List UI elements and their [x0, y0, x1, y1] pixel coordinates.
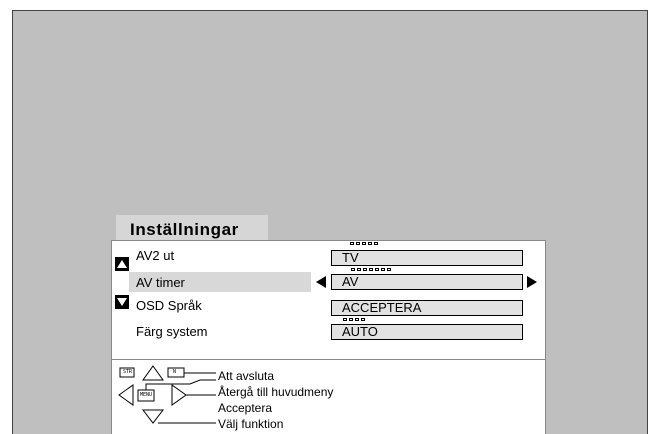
- legend-select-function: Välj funktion: [218, 417, 284, 431]
- row-label-av-timer[interactable]: AV timer: [136, 275, 185, 290]
- scroll-down-icon[interactable]: [115, 295, 129, 309]
- dot-indicator: [351, 268, 391, 272]
- legend-back-to-main: Återgå till huvudmeny: [218, 385, 334, 399]
- value-color-system[interactable]: AUTO: [331, 324, 523, 340]
- scroll-up-icon[interactable]: [115, 257, 129, 271]
- row-label-av2-out[interactable]: AV2 ut: [136, 248, 174, 263]
- value-av-timer[interactable]: AV: [331, 274, 523, 290]
- menu-key-label: MENU: [140, 392, 153, 398]
- right-arrow-icon[interactable]: [526, 276, 538, 288]
- remote-keys-diagram: [118, 365, 216, 424]
- legend-exit: Att avsluta: [218, 369, 275, 383]
- row-label-color-system[interactable]: Färg system: [136, 324, 208, 339]
- menu-title: Inställningar: [130, 220, 239, 239]
- dot-indicator: [343, 318, 365, 322]
- dot-indicator: [350, 242, 378, 246]
- legend-accept: Acceptera: [218, 401, 273, 415]
- str-key-label: STR: [123, 369, 133, 375]
- row-label-osd-language[interactable]: OSD Språk: [136, 298, 202, 313]
- n-key-label: N: [173, 369, 177, 375]
- left-arrow-icon[interactable]: [315, 276, 327, 288]
- menu-title-tab: Inställningar: [116, 215, 268, 240]
- value-av2-out[interactable]: TV: [331, 250, 523, 266]
- value-osd-language[interactable]: ACCEPTERA: [331, 300, 523, 316]
